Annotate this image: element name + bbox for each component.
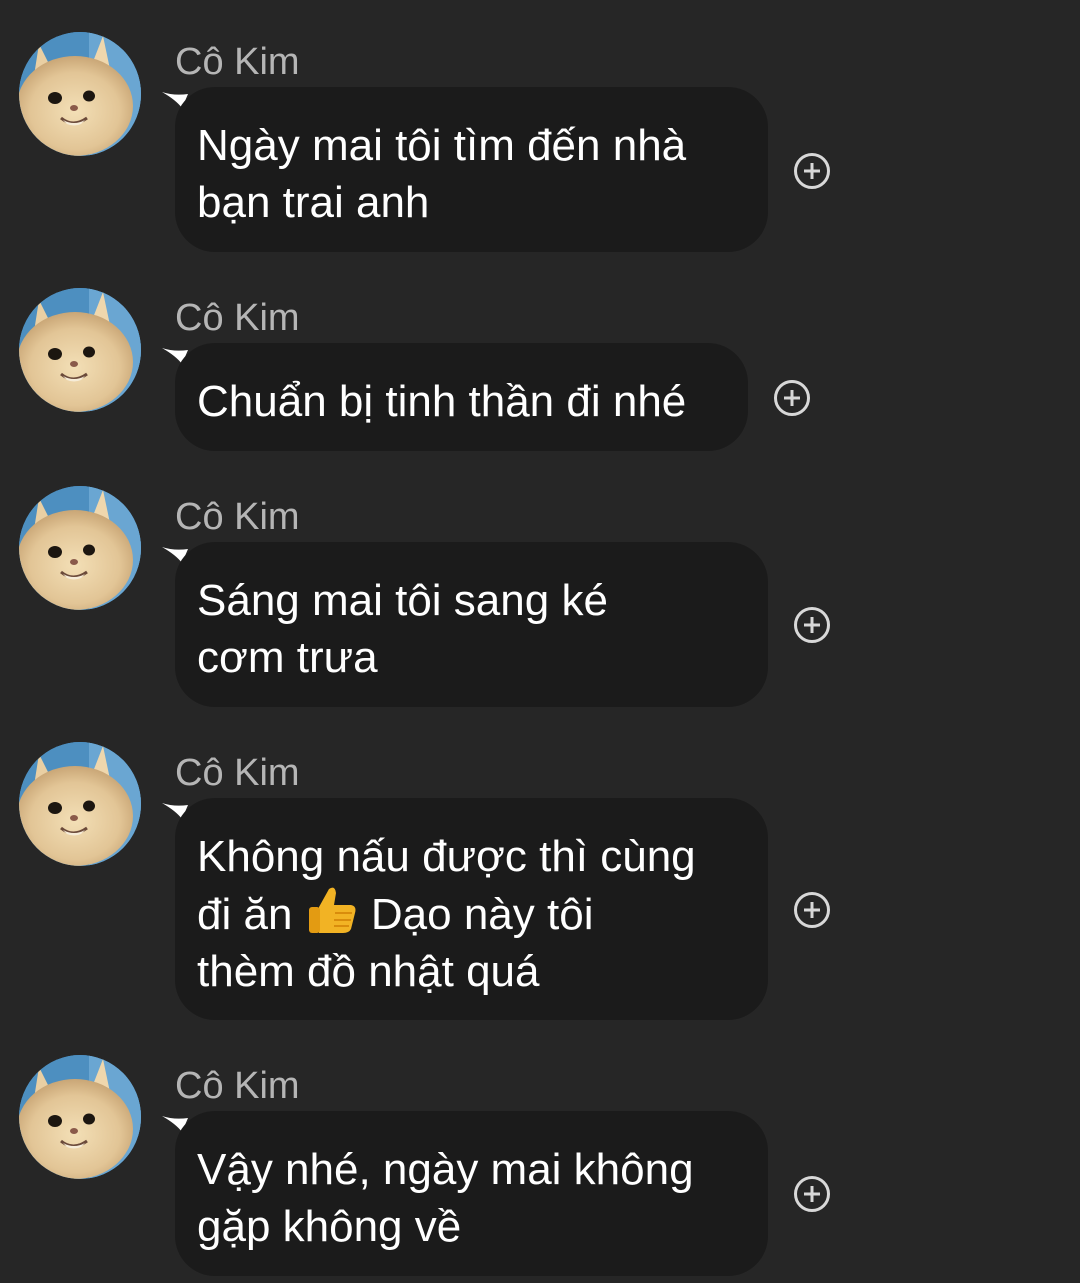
sender-avatar[interactable] (19, 742, 141, 866)
add-reaction-icon[interactable] (794, 607, 830, 643)
message-text-line: Sáng mai tôi sang ké (197, 576, 608, 625)
message-text-line: thèm đồ nhật quá (197, 947, 540, 996)
message-text-segment: đi ăn (197, 890, 293, 939)
cat-avatar-icon (19, 742, 141, 866)
cat-avatar-icon (19, 1055, 141, 1179)
sender-name: Cô Kim (175, 496, 300, 538)
message-text-segment: Dạo này tôi (370, 890, 594, 939)
sender-avatar[interactable] (19, 1055, 141, 1179)
message-text-line: bạn trai anh (197, 178, 430, 227)
cat-avatar-icon (19, 486, 141, 610)
message-bubble[interactable]: Không nấu được thì cùng đi ăn Dạo này tô… (175, 798, 768, 1020)
sender-name: Cô Kim (175, 41, 300, 83)
message-text-line: Vậy nhé, ngày mai không (197, 1145, 694, 1194)
message-bubble[interactable]: Ngày mai tôi tìm đến nhà bạn trai anh (175, 87, 768, 252)
message-text-line: Không nấu được thì cùng (197, 832, 696, 881)
cat-avatar-icon (19, 32, 141, 156)
message-text-line: Ngày mai tôi tìm đến nhà (197, 121, 687, 170)
sender-avatar[interactable] (19, 32, 141, 156)
message-bubble[interactable]: Chuẩn bị tinh thần đi nhé (175, 343, 748, 451)
cat-avatar-icon (19, 288, 141, 412)
chat-thread: Cô Kim Ngày mai tôi tìm đến nhà bạn trai… (0, 0, 1080, 1283)
add-reaction-icon[interactable] (794, 892, 830, 928)
message-text-line: Chuẩn bị tinh thần đi nhé (197, 377, 687, 426)
thumbs-up-icon (305, 885, 359, 935)
sender-avatar[interactable] (19, 486, 141, 610)
message-text-line: gặp không về (197, 1202, 462, 1251)
sender-avatar[interactable] (19, 288, 141, 412)
sender-name: Cô Kim (175, 752, 300, 794)
sender-name: Cô Kim (175, 297, 300, 339)
add-reaction-icon[interactable] (794, 153, 830, 189)
message-bubble[interactable]: Sáng mai tôi sang ké cơm trưa (175, 542, 768, 707)
sender-name: Cô Kim (175, 1065, 300, 1107)
message-text-line: đi ăn Dạo này tôi (197, 885, 746, 943)
message-text-line: cơm trưa (197, 633, 378, 682)
add-reaction-icon[interactable] (774, 380, 810, 416)
message-bubble[interactable]: Vậy nhé, ngày mai không gặp không về (175, 1111, 768, 1276)
add-reaction-icon[interactable] (794, 1176, 830, 1212)
